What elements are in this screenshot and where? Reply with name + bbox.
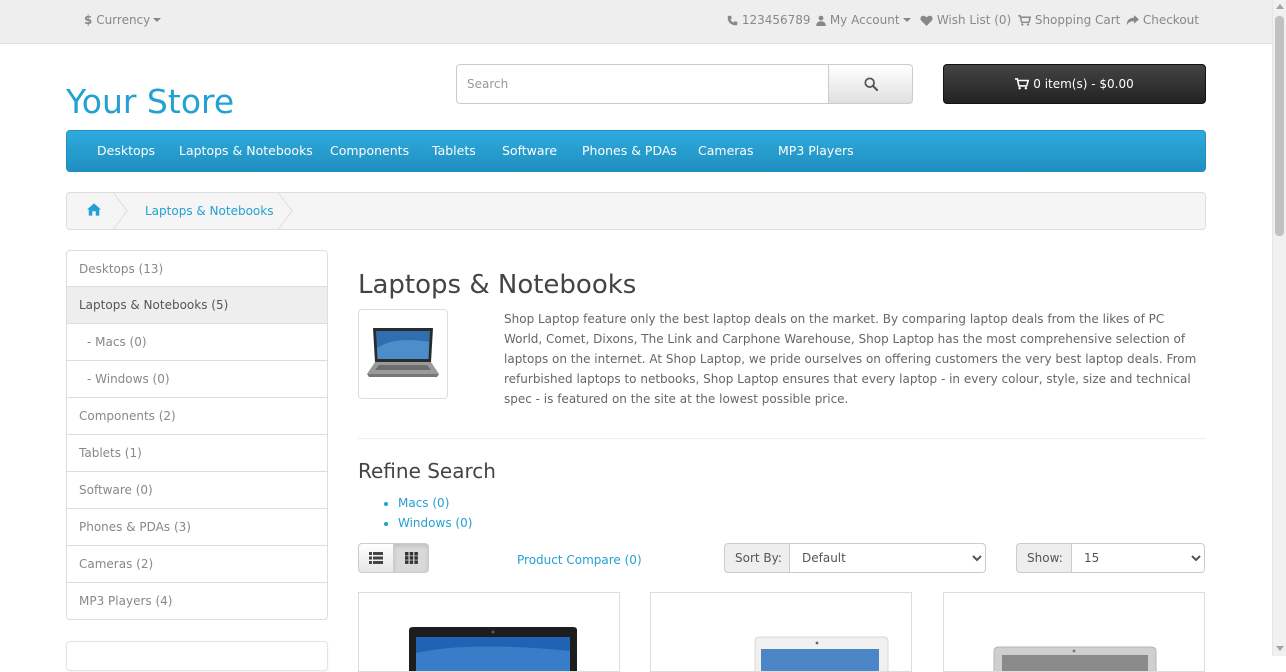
laptop-image xyxy=(367,328,439,377)
search-icon xyxy=(863,77,878,91)
phone-number: 123456789 xyxy=(741,13,811,27)
grid-icon xyxy=(404,552,418,564)
list-view-button[interactable] xyxy=(358,543,394,573)
product-card[interactable] xyxy=(943,592,1205,672)
list-item: Macs (0) xyxy=(398,493,472,513)
search-input[interactable] xyxy=(456,64,829,104)
divider xyxy=(358,438,1206,439)
menu-item-cameras[interactable]: Cameras xyxy=(698,143,754,159)
main-menu: Desktops Laptops & Notebooks Components … xyxy=(66,130,1206,172)
menu-item-desktops[interactable]: Desktops xyxy=(97,143,155,159)
sidebar-item-phones[interactable]: Phones & PDAs (3) xyxy=(66,509,328,546)
store-logo[interactable]: Your Store xyxy=(66,82,234,122)
wish-list-label: Wish List (0) xyxy=(936,13,1012,27)
search-button[interactable] xyxy=(828,64,913,104)
phone-icon xyxy=(727,15,738,26)
product-compare-link[interactable]: Product Compare (0) xyxy=(517,552,642,568)
scroll-up-icon[interactable] xyxy=(1276,4,1284,9)
product-image xyxy=(754,636,889,671)
breadcrumb-separator xyxy=(278,192,293,230)
product-image xyxy=(993,646,1157,671)
currency-dropdown[interactable]: $ Currency xyxy=(84,12,162,28)
cart-summary: 0 item(s) - $0.00 xyxy=(1033,77,1134,91)
breadcrumb-home[interactable] xyxy=(87,203,101,219)
view-toggle xyxy=(358,543,429,573)
sort-by-select[interactable]: Default xyxy=(789,543,986,573)
currency-label: Currency xyxy=(96,13,151,27)
refine-link-windows[interactable]: Windows (0) xyxy=(398,516,472,530)
sidebar-item-mp3-players[interactable]: MP3 Players (4) xyxy=(66,583,328,620)
heart-icon xyxy=(920,15,933,26)
list-item: Windows (0) xyxy=(398,513,472,533)
sidebar-item-windows[interactable]: - Windows (0) xyxy=(66,361,328,398)
checkout-link[interactable]: Checkout xyxy=(1126,12,1199,28)
grid-view-button[interactable] xyxy=(393,543,429,573)
sidebar-item-desktops[interactable]: Desktops (13) xyxy=(66,250,328,287)
sidebar-item-macs[interactable]: - Macs (0) xyxy=(66,324,328,361)
menu-item-components[interactable]: Components xyxy=(330,143,409,159)
share-icon xyxy=(1126,15,1139,26)
category-image xyxy=(358,309,448,399)
checkout-label: Checkout xyxy=(1142,13,1199,27)
product-image xyxy=(409,627,577,671)
phone-link[interactable]: 123456789 xyxy=(727,12,811,28)
category-sidebar: Desktops (13) Laptops & Notebooks (5) - … xyxy=(66,250,328,620)
top-bar: $ Currency 123456789 My Account Wish Lis… xyxy=(0,0,1272,44)
sidebar-item-components[interactable]: Components (2) xyxy=(66,398,328,435)
page-title: Laptops & Notebooks xyxy=(358,270,637,300)
breadcrumb-laptops[interactable]: Laptops & Notebooks xyxy=(145,203,273,219)
scroll-thumb[interactable] xyxy=(1275,16,1284,236)
caret-down-icon xyxy=(902,18,911,22)
shopping-cart-label: Shopping Cart xyxy=(1034,13,1121,27)
product-card[interactable] xyxy=(650,592,912,672)
sort-by-label: Sort By: xyxy=(724,543,790,573)
sidebar-banner xyxy=(66,641,328,671)
menu-item-phones[interactable]: Phones & PDAs xyxy=(582,143,677,159)
page-scrollbar[interactable] xyxy=(1272,0,1286,656)
user-icon xyxy=(816,15,826,26)
my-account-dropdown[interactable]: My Account xyxy=(816,12,911,28)
shopping-cart-icon xyxy=(1015,78,1030,90)
home-icon xyxy=(87,203,101,216)
scroll-down-icon[interactable] xyxy=(1276,646,1284,651)
list-icon xyxy=(369,552,383,564)
sidebar-item-cameras[interactable]: Cameras (2) xyxy=(66,546,328,583)
menu-item-mp3-players[interactable]: MP3 Players xyxy=(778,143,854,159)
refine-link-macs[interactable]: Macs (0) xyxy=(398,496,449,510)
show-label: Show: xyxy=(1016,543,1072,573)
shopping-cart-icon xyxy=(1018,15,1032,26)
product-card[interactable] xyxy=(358,592,620,672)
caret-down-icon xyxy=(153,18,162,22)
refine-search-list: Macs (0) Windows (0) xyxy=(398,493,472,533)
cart-button[interactable]: 0 item(s) - $0.00 xyxy=(943,64,1206,104)
sidebar-item-tablets[interactable]: Tablets (1) xyxy=(66,435,328,472)
show-limit-select[interactable]: 15 xyxy=(1071,543,1205,573)
shopping-cart-link[interactable]: Shopping Cart xyxy=(1018,12,1120,28)
sidebar-item-software[interactable]: Software (0) xyxy=(66,472,328,509)
menu-item-tablets[interactable]: Tablets xyxy=(432,143,476,159)
wish-list-link[interactable]: Wish List (0) xyxy=(920,12,1011,28)
refine-search-title: Refine Search xyxy=(358,459,496,483)
menu-item-software[interactable]: Software xyxy=(502,143,557,159)
my-account-label: My Account xyxy=(829,13,900,27)
sidebar-item-laptops[interactable]: Laptops & Notebooks (5) xyxy=(66,287,328,324)
menu-item-laptops[interactable]: Laptops & Notebooks xyxy=(179,143,313,159)
currency-symbol: $ xyxy=(84,13,93,27)
breadcrumb-separator xyxy=(113,192,128,230)
category-description: Shop Laptop feature only the best laptop… xyxy=(504,312,1197,406)
breadcrumb: Laptops & Notebooks xyxy=(66,192,1206,230)
